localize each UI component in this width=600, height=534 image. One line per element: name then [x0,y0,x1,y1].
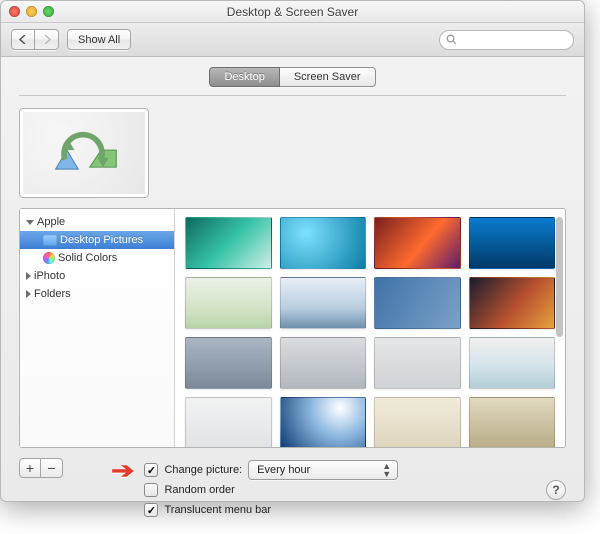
content-area: Desktop Screen Saver [1,57,584,534]
search-input[interactable] [460,33,567,47]
wallpaper-thumbnail[interactable] [374,337,461,389]
wallpaper-thumbnail[interactable] [185,277,272,329]
tree-item-apple[interactable]: Apple [20,213,174,231]
wallpaper-thumbnail[interactable] [469,277,556,329]
show-all-button[interactable]: Show All [67,29,131,50]
minimize-button[interactable] [26,6,37,17]
popup-value: Every hour [257,464,310,476]
change-picture-label: Change picture: [164,464,242,476]
annotation-arrow-icon: ➔ [111,464,134,478]
wallpaper-thumbnail[interactable] [280,277,367,329]
source-list[interactable]: Apple Desktop Pictures Solid Colors [20,209,175,447]
change-picture-interval-popup[interactable]: Every hour ▲▼ [248,460,398,480]
wallpaper-thumbnail[interactable] [374,397,461,447]
tree-item-iphoto[interactable]: iPhoto [20,267,174,285]
tab-bar: Desktop Screen Saver [19,67,566,87]
forward-button[interactable] [35,29,59,50]
wallpaper-thumbnail[interactable] [185,337,272,389]
disclosure-triangle-icon[interactable] [26,290,31,298]
help-button[interactable]: ? [546,480,566,500]
recycle-icon [46,121,122,186]
wallpaper-thumbnail[interactable] [374,277,461,329]
folder-icon [43,235,57,246]
wallpaper-grid[interactable] [175,209,565,447]
wallpaper-thumbnail[interactable] [469,397,556,447]
tree-item-solid-colors[interactable]: Solid Colors [20,249,174,267]
nav-segment [11,29,59,50]
scrollbar-thumb[interactable] [556,217,563,337]
tab-screen-saver[interactable]: Screen Saver [280,67,376,87]
tree-label: Apple [37,216,65,228]
random-order-checkbox[interactable] [144,483,158,497]
wallpaper-thumbnail[interactable] [469,337,556,389]
random-order-label: Random order [164,484,234,496]
wallpaper-grid-container [175,209,565,447]
desktop-panel: Apple Desktop Pictures Solid Colors [19,95,566,520]
tree-label: iPhoto [34,270,65,282]
preferences-window: Desktop & Screen Saver Show All Desktop … [0,0,585,502]
close-button[interactable] [9,6,20,17]
search-field[interactable] [439,30,574,50]
window-controls [9,6,54,17]
wallpaper-thumbnail[interactable] [185,397,272,447]
translucent-menu-bar-label: Translucent menu bar [164,504,271,516]
search-icon [446,34,456,45]
tab-desktop[interactable]: Desktop [209,67,279,87]
disclosure-triangle-icon[interactable] [26,272,31,280]
add-folder-button[interactable]: + [19,458,41,478]
toolbar: Show All [1,23,584,57]
remove-folder-button[interactable]: − [41,458,63,478]
wallpaper-thumbnail[interactable] [280,337,367,389]
color-wheel-icon [43,252,55,264]
options-group: Change picture: Every hour ▲▼ Random ord… [144,460,398,520]
change-picture-checkbox[interactable] [144,463,158,477]
titlebar: Desktop & Screen Saver [1,1,584,23]
translucent-menu-bar-checkbox[interactable] [144,503,158,517]
chevron-right-icon [43,35,51,44]
wallpaper-thumbnail[interactable] [469,217,556,269]
wallpaper-thumbnail[interactable] [280,217,367,269]
disclosure-triangle-icon[interactable] [26,220,34,225]
tree-label: Solid Colors [58,252,117,264]
tree-label: Desktop Pictures [60,234,143,246]
updown-chevron-icon: ▲▼ [382,462,391,478]
wallpaper-thumbnail[interactable] [185,217,272,269]
wallpaper-thumbnail[interactable] [280,397,367,447]
current-wallpaper-preview [19,108,149,198]
tree-item-desktop-pictures[interactable]: Desktop Pictures [20,231,174,249]
picker-split: Apple Desktop Pictures Solid Colors [19,208,566,448]
zoom-button[interactable] [43,6,54,17]
chevron-left-icon [19,35,27,44]
add-remove-segment: + − [19,458,63,478]
tree-label: Folders [34,288,71,300]
footer: + − ➔ Change picture: Every hour ▲▼ [19,458,566,520]
tree-item-folders[interactable]: Folders [20,285,174,303]
window-title: Desktop & Screen Saver [1,5,584,19]
wallpaper-thumbnail[interactable] [374,217,461,269]
back-button[interactable] [11,29,35,50]
